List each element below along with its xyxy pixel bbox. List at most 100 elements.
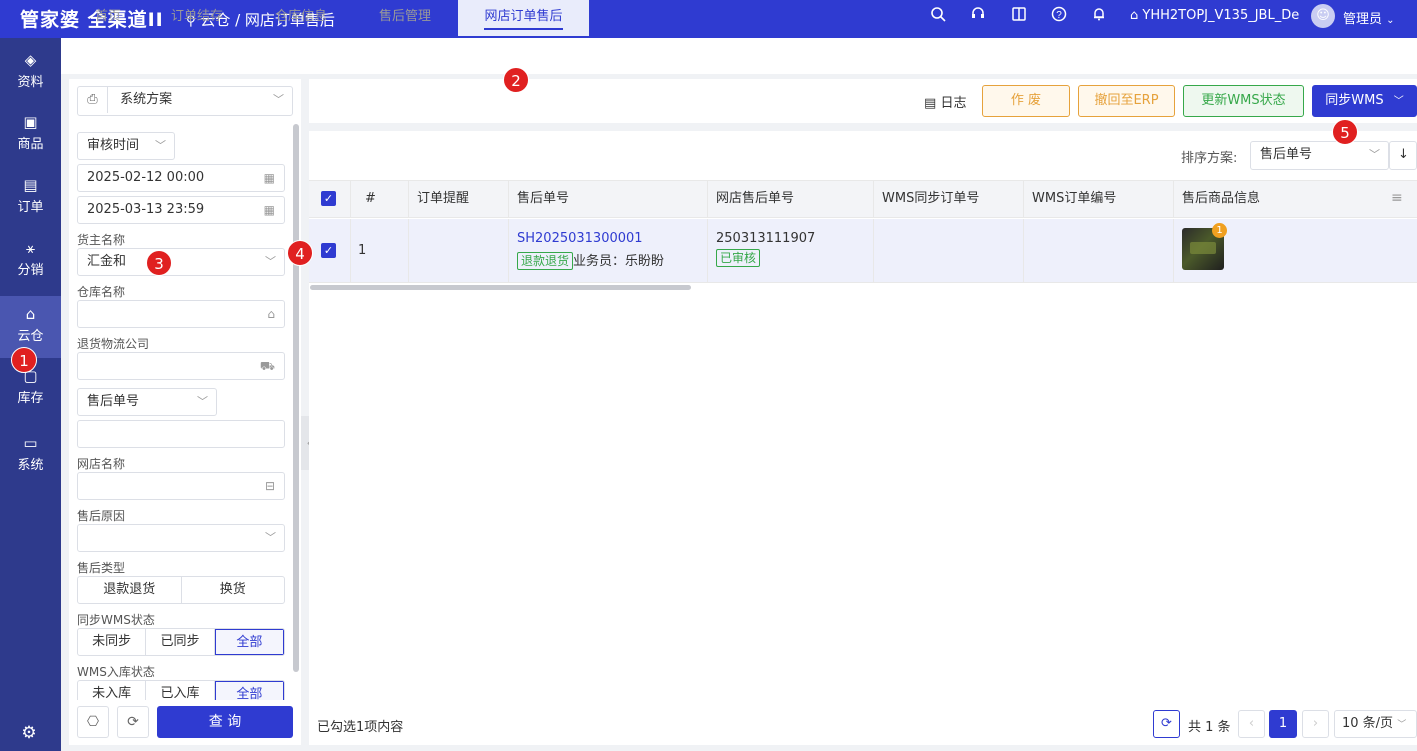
filter-scrollbar[interactable] bbox=[293, 124, 299, 672]
query-button[interactable]: 查 询 bbox=[157, 706, 293, 738]
settings-icon[interactable]: ⚙ bbox=[18, 723, 40, 745]
warehouse-icon: ⌂ bbox=[267, 307, 275, 321]
sync-option-all[interactable]: 全部 bbox=[214, 629, 284, 655]
row-reminder bbox=[409, 219, 509, 283]
sort-select[interactable]: 售后单号 ﹀ bbox=[1250, 141, 1389, 170]
type-tag: 退款退货 bbox=[517, 252, 574, 270]
select-all-checkbox[interactable]: ✓ bbox=[321, 191, 336, 206]
scheme-select[interactable]: ⎙ 系统方案 ﹀ bbox=[77, 86, 293, 116]
owner-select[interactable]: 汇金和 ﹀ bbox=[77, 248, 285, 276]
reset-button[interactable]: ⟳ bbox=[117, 706, 149, 738]
row-checkbox[interactable]: ✓ bbox=[321, 243, 336, 258]
time-type-value: 审核时间 bbox=[87, 138, 140, 153]
prev-page-button[interactable]: ‹ bbox=[1238, 710, 1265, 738]
marker-3: 3 bbox=[146, 250, 172, 276]
sort-direction-button[interactable]: ↓ bbox=[1389, 141, 1417, 170]
layers-icon: ◈ bbox=[24, 51, 37, 69]
type-option-exchange[interactable]: 换货 bbox=[182, 577, 285, 603]
instock-clip: 未入库 已入库 全部 bbox=[77, 680, 285, 700]
time-type-select[interactable]: 审核时间 ﹀ bbox=[77, 132, 175, 160]
marker-1: 1 bbox=[11, 347, 37, 373]
row-wms-sync-no bbox=[874, 219, 1024, 283]
shop-input[interactable]: ⊟ bbox=[77, 472, 285, 500]
calendar-icon: ▦ bbox=[263, 203, 275, 217]
void-button[interactable]: 作 废 bbox=[982, 85, 1070, 117]
sync-wms-button[interactable]: 同步WMS ﹀ bbox=[1312, 85, 1417, 117]
reason-select[interactable]: ﹀ bbox=[77, 524, 285, 552]
horizontal-scrollbar[interactable] bbox=[310, 285, 691, 290]
nav-item-product[interactable]: ▣ 商品 bbox=[0, 104, 61, 164]
log-label: 日志 bbox=[940, 96, 967, 111]
refresh-icon: ⟳ bbox=[1161, 716, 1172, 731]
logistics-label: 退货物流公司 bbox=[77, 337, 150, 351]
box-icon: ▣ bbox=[23, 113, 38, 131]
date-start-input[interactable]: 2025-02-12 00:00 ▦ bbox=[77, 164, 285, 192]
search-icon[interactable] bbox=[927, 6, 949, 28]
header-order-reminder: 订单提醒 bbox=[409, 180, 509, 218]
next-page-button[interactable]: › bbox=[1302, 710, 1329, 738]
header-checkbox-cell: ✓ bbox=[309, 180, 351, 218]
calendar-icon: ▦ bbox=[263, 171, 275, 185]
headset-icon[interactable] bbox=[967, 6, 989, 28]
avatar[interactable]: ☺ bbox=[1311, 4, 1335, 28]
instock-option-all[interactable]: 全部 bbox=[214, 681, 284, 700]
tab-aftersale-mgmt[interactable]: 售后管理 bbox=[363, 0, 447, 36]
shop-aftersale-no: 250313111907 bbox=[716, 231, 816, 246]
tab-home[interactable]: 首页 bbox=[77, 0, 139, 36]
page-number[interactable]: 1 bbox=[1269, 710, 1297, 738]
scheme-icon: ⎙ bbox=[78, 87, 108, 113]
nav-item-order[interactable]: ▤ 订单 bbox=[0, 167, 61, 227]
salesman-text: 业务员：乐盼盼 bbox=[573, 254, 665, 269]
scheme-value: 系统方案 bbox=[120, 92, 173, 107]
page-size-select[interactable]: 10 条/页 ﹀ bbox=[1334, 710, 1417, 738]
nav-item-system[interactable]: ▭ 系统 bbox=[0, 425, 61, 485]
search-type-select[interactable]: 售后单号 ﹀ bbox=[77, 388, 217, 416]
tab-warehouse-info[interactable]: 仓库信息 bbox=[259, 0, 343, 36]
book-icon[interactable] bbox=[1008, 6, 1030, 28]
save-scheme-button[interactable]: ⎔ bbox=[77, 706, 109, 738]
shop-icon: ⊟ bbox=[264, 479, 275, 493]
row-wms-order-no bbox=[1024, 219, 1174, 283]
instock-status-toggle: 未入库 已入库 全部 bbox=[77, 680, 285, 700]
sync-label: 同步WMS状态 bbox=[77, 613, 155, 627]
instock-option-done[interactable]: 已入库 bbox=[146, 681, 215, 700]
warehouse-input[interactable]: ⌂ bbox=[77, 300, 285, 328]
bell-icon[interactable] bbox=[1088, 6, 1110, 28]
header-shop-aftersale-no: 网店售后单号 bbox=[708, 180, 874, 218]
total-count: 共 1 条 bbox=[1188, 720, 1231, 735]
chevron-down-icon: ﹀ bbox=[197, 395, 208, 408]
user-menu[interactable]: 管理员 ⌄ bbox=[1343, 8, 1395, 27]
status-badge: 已审核 bbox=[716, 249, 761, 267]
log-button[interactable]: ▤ 日志 bbox=[924, 92, 966, 111]
update-wms-status-button[interactable]: 更新WMS状态 bbox=[1183, 85, 1304, 117]
help-icon[interactable]: ? bbox=[1048, 6, 1070, 28]
instock-option-not[interactable]: 未入库 bbox=[78, 681, 147, 700]
clipboard-icon: ▤ bbox=[924, 96, 937, 111]
date-end-input[interactable]: 2025-03-13 23:59 ▦ bbox=[77, 196, 285, 224]
sync-option-synced[interactable]: 已同步 bbox=[146, 629, 215, 655]
sync-wms-label: 同步WMS bbox=[1325, 93, 1384, 108]
chevron-down-icon: ﹀ bbox=[1393, 96, 1404, 107]
column-settings-icon[interactable]: ≡ bbox=[1391, 190, 1403, 206]
revoke-to-erp-button[interactable]: 撤回至ERP bbox=[1078, 85, 1175, 117]
tab-order-balance[interactable]: 订单结存 bbox=[155, 0, 239, 36]
tab-bar bbox=[61, 38, 1417, 74]
marker-4: 4 bbox=[287, 240, 313, 266]
chevron-left-icon: ‹ bbox=[1248, 716, 1255, 731]
search-keyword-input[interactable] bbox=[77, 420, 285, 448]
logistics-input[interactable]: ⛟ bbox=[77, 352, 285, 380]
type-option-refund-return[interactable]: 退款退货 bbox=[78, 577, 182, 603]
nav-item-distribution[interactable]: ⚹ 分销 bbox=[0, 230, 61, 290]
owner-value: 汇金和 bbox=[87, 254, 127, 269]
refresh-button[interactable]: ⟳ bbox=[1153, 710, 1180, 738]
search-type-value: 售后单号 bbox=[87, 394, 140, 409]
nav-item-data[interactable]: ◈ 资料 bbox=[0, 42, 61, 102]
warehouse-label: 仓库名称 bbox=[77, 285, 126, 299]
date-start-value: 2025-02-12 00:00 bbox=[87, 170, 205, 185]
owner-label: 货主名称 bbox=[77, 233, 126, 247]
tab-shop-order-aftersale[interactable]: 网店订单售后 bbox=[458, 0, 589, 36]
sync-option-unsynced[interactable]: 未同步 bbox=[78, 629, 147, 655]
aftersale-no-link[interactable]: SH2025031300001 bbox=[517, 231, 707, 246]
account-switcher[interactable]: ⌂ YHH2TOPJ_V135_JBL_De bbox=[1130, 8, 1299, 23]
reason-label: 售后原因 bbox=[77, 509, 126, 523]
